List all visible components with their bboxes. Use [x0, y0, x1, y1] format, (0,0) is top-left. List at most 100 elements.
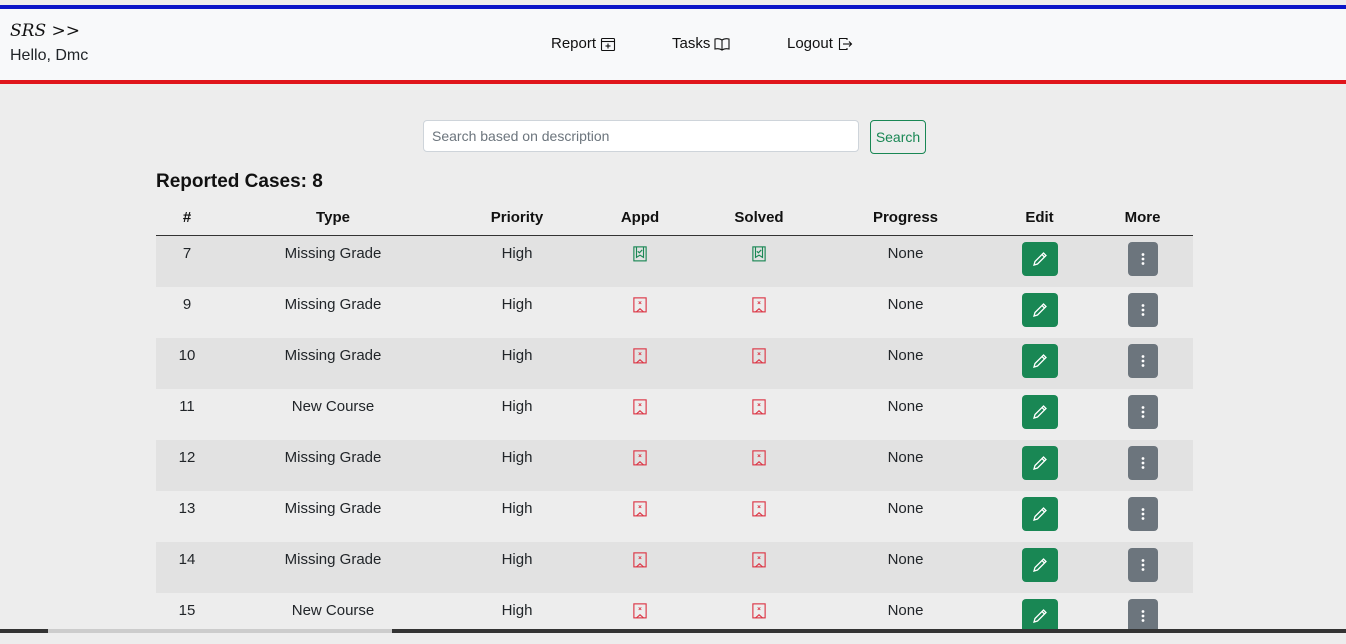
- cell-progress: None: [824, 287, 987, 338]
- more-button[interactable]: [1127, 497, 1158, 531]
- bookmark-x-icon: [752, 399, 766, 415]
- edit-button[interactable]: [1021, 548, 1058, 582]
- cell-type: Missing Grade: [218, 491, 448, 542]
- search-button[interactable]: Search: [870, 120, 926, 154]
- col-header-priority[interactable]: Priority: [448, 200, 586, 236]
- cell-progress: None: [824, 593, 987, 644]
- three-dots-vertical-icon: [1135, 608, 1151, 624]
- cell-id: 11: [156, 389, 218, 440]
- case-progress: None: [887, 602, 924, 619]
- cell-more: [1092, 542, 1193, 593]
- pencil-icon: [1032, 557, 1048, 573]
- pencil-icon: [1032, 302, 1048, 318]
- cell-progress: None: [824, 440, 987, 491]
- case-id: 15: [178, 602, 196, 619]
- bookmark-x-icon: [752, 348, 766, 364]
- pencil-icon: [1032, 455, 1048, 471]
- case-type: Missing Grade: [284, 296, 382, 313]
- case-type: Missing Grade: [284, 245, 382, 262]
- table-row: 15 New Course High None: [156, 593, 1193, 644]
- table-row: 13 Missing Grade High None: [156, 491, 1193, 542]
- cell-solved: [694, 338, 824, 389]
- nav-logout[interactable]: Logout: [787, 35, 853, 52]
- edit-button[interactable]: [1021, 344, 1058, 378]
- cell-appd: [586, 593, 694, 644]
- cell-id: 13: [156, 491, 218, 542]
- nav-tasks[interactable]: Tasks: [672, 35, 730, 52]
- box-arrow-right-icon: [838, 37, 853, 50]
- col-header-type[interactable]: Type: [218, 200, 448, 236]
- edit-button[interactable]: [1021, 497, 1058, 531]
- bookmark-x-icon: [633, 297, 647, 313]
- more-button[interactable]: [1127, 293, 1158, 327]
- three-dots-vertical-icon: [1135, 455, 1151, 471]
- cell-type: Missing Grade: [218, 440, 448, 491]
- edit-button[interactable]: [1021, 242, 1058, 276]
- cell-more: [1092, 338, 1193, 389]
- cell-priority: High: [448, 338, 586, 389]
- search-input[interactable]: [423, 120, 859, 152]
- nav-tasks-label: Tasks: [672, 35, 711, 52]
- cell-more: [1092, 491, 1193, 542]
- more-button[interactable]: [1127, 548, 1158, 582]
- case-progress: None: [887, 296, 924, 313]
- case-priority: High: [501, 602, 533, 619]
- case-priority: High: [501, 398, 533, 415]
- cell-edit: [987, 235, 1092, 287]
- page-title: Reported Cases: 8: [156, 171, 323, 192]
- cell-priority: High: [448, 542, 586, 593]
- cell-priority: High: [448, 389, 586, 440]
- cell-edit: [987, 491, 1092, 542]
- more-button[interactable]: [1127, 446, 1158, 480]
- cell-type: Missing Grade: [218, 235, 448, 287]
- edit-button[interactable]: [1021, 446, 1058, 480]
- bookmark-x-icon: [633, 603, 647, 619]
- cell-progress: None: [824, 338, 987, 389]
- cell-solved: [694, 287, 824, 338]
- col-header-id[interactable]: #: [156, 200, 218, 236]
- pencil-icon: [1032, 251, 1048, 267]
- cell-solved: [694, 235, 824, 287]
- table-header-row: # Type Priority Appd Solved Progress Edi…: [156, 200, 1193, 236]
- cell-type: Missing Grade: [218, 542, 448, 593]
- three-dots-vertical-icon: [1135, 302, 1151, 318]
- more-button[interactable]: [1127, 242, 1158, 276]
- cases-table: # Type Priority Appd Solved Progress Edi…: [156, 200, 1193, 644]
- nav-report[interactable]: Report: [551, 35, 616, 52]
- cell-more: [1092, 440, 1193, 491]
- cell-solved: [694, 593, 824, 644]
- edit-button[interactable]: [1021, 599, 1058, 633]
- case-progress: None: [887, 398, 924, 415]
- cell-type: New Course: [218, 593, 448, 644]
- case-progress: None: [887, 449, 924, 466]
- brand-logo[interactable]: SRS >>: [10, 21, 80, 41]
- cell-appd: [586, 389, 694, 440]
- cell-edit: [987, 593, 1092, 644]
- table-row: 9 Missing Grade High None: [156, 287, 1193, 338]
- col-header-appd[interactable]: Appd: [586, 200, 694, 236]
- case-type: Missing Grade: [284, 551, 382, 568]
- cell-edit: [987, 542, 1092, 593]
- col-header-edit: Edit: [987, 200, 1092, 236]
- table-row: 10 Missing Grade High None: [156, 338, 1193, 389]
- cell-id: 12: [156, 440, 218, 491]
- case-priority: High: [501, 245, 533, 262]
- more-button[interactable]: [1127, 395, 1158, 429]
- bookmark-check-icon: [633, 246, 647, 262]
- col-header-solved[interactable]: Solved: [694, 200, 824, 236]
- edit-button[interactable]: [1021, 395, 1058, 429]
- case-priority: High: [501, 500, 533, 517]
- more-button[interactable]: [1127, 599, 1158, 633]
- col-header-progress[interactable]: Progress: [824, 200, 987, 236]
- cell-priority: High: [448, 491, 586, 542]
- more-button[interactable]: [1127, 344, 1158, 378]
- col-header-more: More: [1092, 200, 1193, 236]
- three-dots-vertical-icon: [1135, 557, 1151, 573]
- taskbar-strip: [0, 629, 1346, 633]
- edit-button[interactable]: [1021, 293, 1058, 327]
- bookmark-x-icon: [633, 552, 647, 568]
- cell-progress: None: [824, 542, 987, 593]
- cell-appd: [586, 338, 694, 389]
- cell-more: [1092, 389, 1193, 440]
- cell-more: [1092, 593, 1193, 644]
